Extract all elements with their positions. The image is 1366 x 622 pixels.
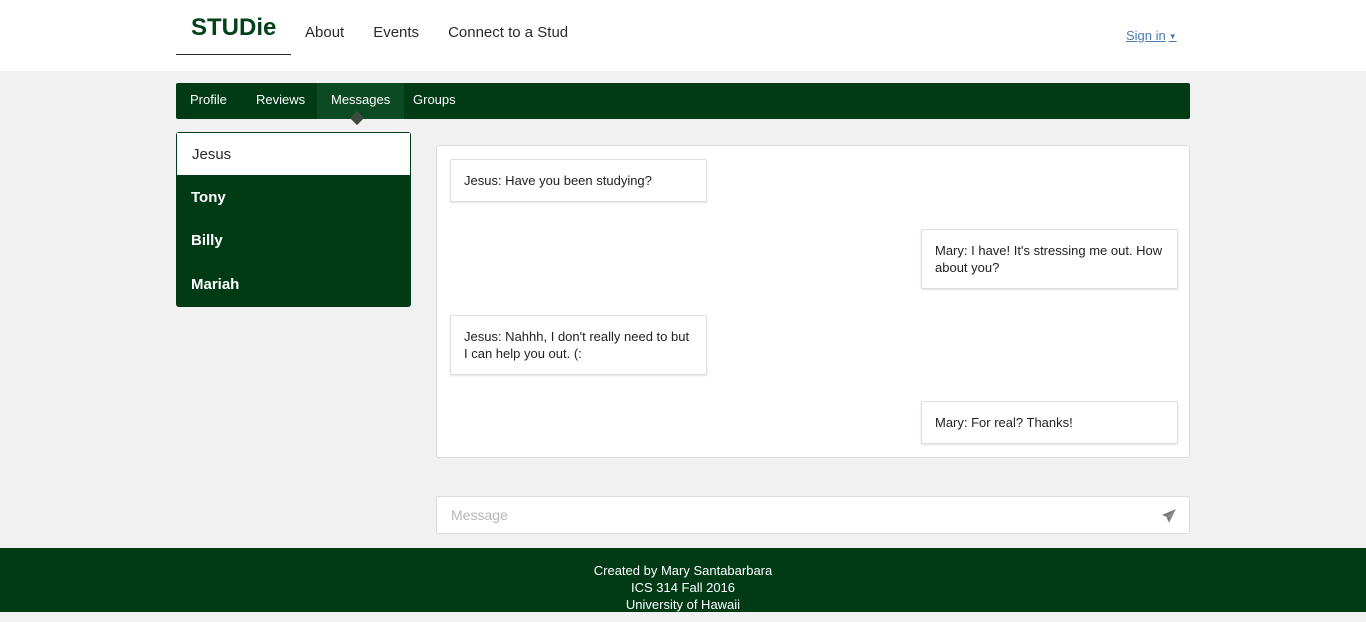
- contact-list: Jesus Tony Billy Mariah: [176, 132, 411, 307]
- profile-tabs: Profile Reviews Messages Groups: [176, 83, 1190, 119]
- top-navbar: STUDie About Events Connect to a Stud Si…: [0, 0, 1366, 71]
- top-nav: About Events Connect to a Stud: [305, 23, 568, 43]
- nav-about[interactable]: About: [305, 23, 344, 43]
- message-input[interactable]: [437, 497, 1147, 533]
- tab-profile[interactable]: Profile: [176, 83, 241, 119]
- message-bubble: Jesus: Nahhh, I don't really need to but…: [450, 315, 707, 375]
- contact-item-tony[interactable]: Tony: [176, 176, 411, 220]
- tab-groups[interactable]: Groups: [399, 83, 470, 119]
- dropdown-caret-icon: ▼: [1168, 32, 1177, 41]
- footer-credit: Created by Mary Santabarbara: [593, 563, 773, 578]
- message-bubble: Mary: I have! It's stressing me out. How…: [921, 229, 1178, 289]
- page-footer: Created by Mary Santabarbara ICS 314 Fal…: [0, 548, 1366, 612]
- sign-in-link[interactable]: Sign in ▼: [1126, 27, 1177, 46]
- nav-events[interactable]: Events: [373, 23, 419, 43]
- sign-in-label: Sign in: [1126, 28, 1166, 43]
- footer-course: ICS 314 Fall 2016: [630, 580, 736, 595]
- tab-reviews[interactable]: Reviews: [242, 83, 319, 119]
- contact-item-jesus[interactable]: Jesus: [176, 132, 411, 176]
- contact-item-billy[interactable]: Billy: [176, 219, 411, 263]
- message-bubble: Mary: For real? Thanks!: [921, 401, 1178, 444]
- brand-logo[interactable]: STUDie: [176, 12, 291, 55]
- nav-connect[interactable]: Connect to a Stud: [448, 23, 568, 43]
- message-composer: [436, 496, 1190, 534]
- chat-window: Jesus: Have you been studying? Mary: I h…: [436, 145, 1190, 458]
- contact-item-mariah[interactable]: Mariah: [176, 263, 411, 307]
- paper-plane-icon[interactable]: [1161, 508, 1177, 524]
- message-bubble: Jesus: Have you been studying?: [450, 159, 707, 202]
- footer-university: University of Hawaii: [625, 597, 741, 612]
